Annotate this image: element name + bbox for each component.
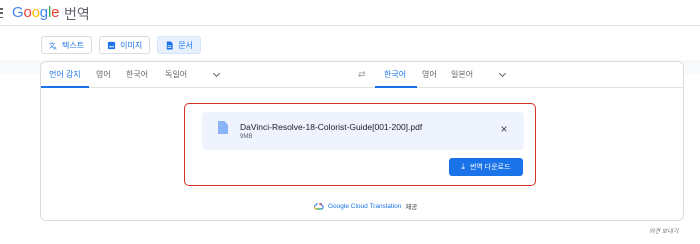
source-lang-german[interactable]: 독일어 [165, 69, 187, 80]
text-mode-label: 텍스트 [62, 40, 85, 50]
image-mode-label: 이미지 [120, 40, 143, 50]
download-icon: ⤓ [461, 162, 465, 171]
pdf-document-icon [218, 121, 228, 134]
translation-card: 언어 감지 영어 한국어 독일어 ⇄ 한국어 영어 일본어 DaVinci-Re… [40, 61, 684, 221]
download-button-label: 번역 다운로드 [469, 164, 511, 171]
target-lang-english[interactable]: 영어 [422, 69, 437, 80]
google-cloud-translation-link[interactable]: Google Cloud Translation [328, 203, 401, 210]
google-logo[interactable]: Google [12, 4, 59, 21]
uploaded-file-card: DaVinci-Resolve-18-Colorist-Guide[001-20… [202, 112, 524, 150]
mode-tabs: 文A 텍스트 이미지 문서 [41, 36, 201, 54]
page-title: 번역 [64, 6, 90, 22]
main-menu-button[interactable] [0, 8, 6, 18]
file-name: DaVinci-Resolve-18-Colorist-Guide[001-20… [240, 122, 423, 132]
source-lang-korean[interactable]: 한국어 [126, 69, 148, 80]
document-icon [166, 40, 173, 50]
text-mode-button[interactable]: 文A 텍스트 [41, 36, 93, 54]
header-divider [0, 25, 700, 26]
send-feedback-link[interactable]: 의견 보내기 [649, 226, 678, 235]
svg-text:A: A [54, 46, 58, 50]
translate-icon: 文A [49, 41, 58, 50]
image-icon [107, 41, 116, 49]
attribution-suffix: 제공 [405, 204, 418, 211]
source-lang-indicator [41, 86, 89, 88]
source-lang-detect[interactable]: 언어 감지 [49, 69, 81, 80]
image-mode-button[interactable]: 이미지 [99, 36, 151, 54]
document-mode-button[interactable]: 문서 [157, 36, 201, 54]
file-size: 9MB [240, 134, 253, 140]
source-lang-dropdown-chevron-icon[interactable] [212, 69, 221, 78]
swap-languages-icon[interactable]: ⇄ [358, 69, 366, 80]
google-cloud-icon [314, 202, 324, 210]
language-bar: 언어 감지 영어 한국어 독일어 ⇄ 한국어 영어 일본어 [41, 62, 683, 88]
target-lang-japanese[interactable]: 일본어 [451, 69, 473, 80]
target-lang-korean[interactable]: 한국어 [384, 69, 406, 80]
attribution: Google Cloud Translation 제공 [314, 201, 417, 211]
remove-file-close-icon[interactable]: × [498, 123, 510, 135]
document-mode-label: 문서 [178, 40, 193, 50]
source-lang-english[interactable]: 영어 [96, 69, 111, 80]
target-lang-indicator [375, 86, 417, 88]
download-translation-button[interactable]: ⤓ 번역 다운로드 [449, 158, 523, 176]
target-lang-dropdown-chevron-icon[interactable] [498, 69, 507, 78]
